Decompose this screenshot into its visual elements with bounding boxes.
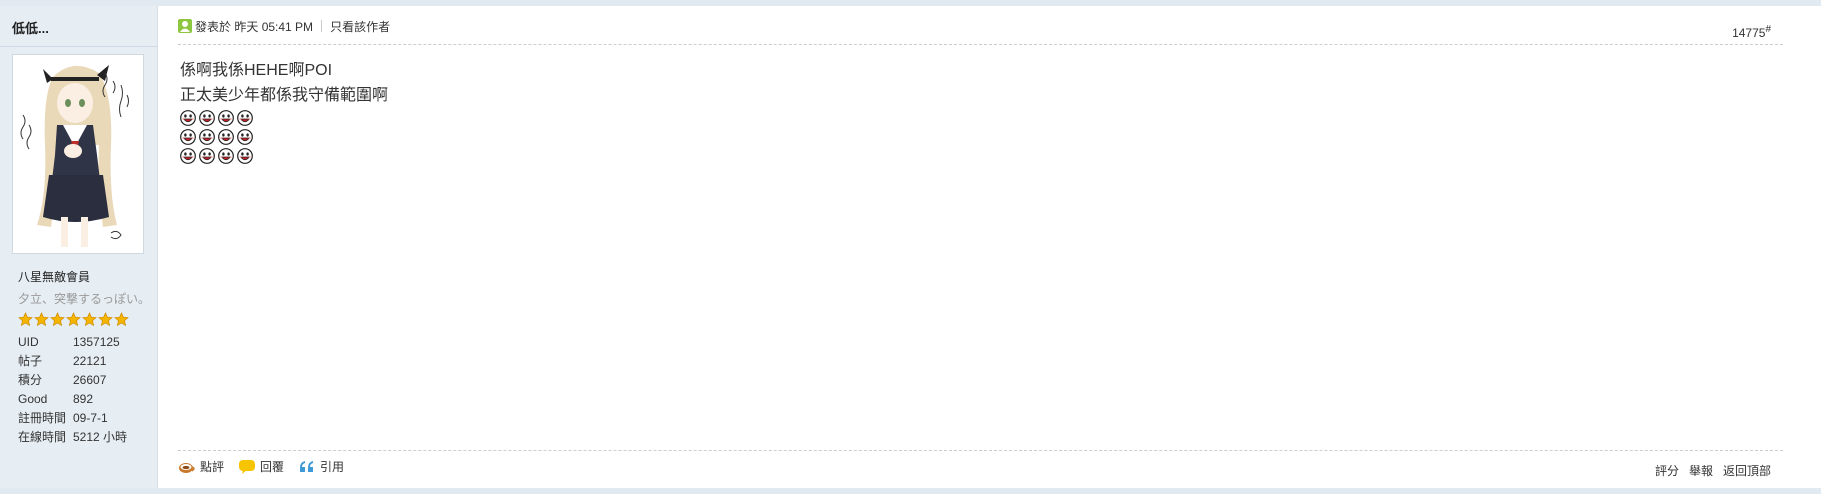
avatar[interactable] [12, 54, 144, 254]
smiley-face-icon [237, 128, 253, 145]
quote-label: 引用 [320, 460, 345, 474]
star-icon [18, 312, 33, 327]
reply-label: 回覆 [260, 460, 285, 474]
stat-uid: UID 1357125 [18, 333, 127, 352]
report-link[interactable]: 舉報 [1689, 462, 1713, 479]
user-group[interactable]: 八星無敵會員 [18, 268, 90, 285]
post-line: 正太美少年都係我守備範圍啊 [180, 87, 389, 104]
stat-credits: 積分 26607 [18, 371, 127, 390]
comment-button[interactable]: 點評 [178, 458, 224, 475]
stat-label: Good [18, 392, 48, 406]
star-icon [34, 312, 49, 327]
smiley-face-icon [218, 128, 234, 145]
user-sidebar: 低低... 八星無敵會員 夕立、突撃するっぽい。 UID 1357125 帖子 … [0, 6, 158, 488]
separator [321, 20, 323, 32]
emote-row [180, 146, 388, 165]
floor-number-value: 14775 [1732, 26, 1766, 40]
rate-link[interactable]: 評分 [1655, 462, 1679, 479]
star-icon [50, 312, 65, 327]
star-icon [98, 312, 113, 327]
user-stats: UID 1357125 帖子 22121 積分 26607 Good 892 註冊時間 0… [18, 333, 127, 447]
reply-bubble-icon [239, 459, 256, 474]
stat-label: UID [18, 335, 39, 349]
stat-label: 積分 [18, 373, 43, 387]
smiley-face-icon [218, 147, 234, 164]
user-online-icon [178, 19, 192, 33]
emote-block [180, 108, 388, 165]
posted-prefix: 發表於 [195, 19, 232, 34]
smiley-face-icon [199, 147, 215, 164]
rank-stars [18, 312, 130, 327]
stat-value: 09-7-1 [73, 411, 108, 425]
post-main: 發表於 昨天 05:41 PM 只看該作者 14775# 係啊我係HEHE啊PO… [178, 6, 1783, 488]
smiley-face-icon [237, 109, 253, 126]
comment-cup-icon [179, 462, 195, 473]
stat-online-time: 在線時間 5212 小時 [18, 428, 127, 447]
emote-row [180, 108, 388, 127]
floor-mark: # [1765, 24, 1771, 35]
only-author-link[interactable]: 只看該作者 [330, 18, 390, 35]
post-line: 係啊我係HEHE啊POI [180, 62, 333, 79]
avatar-image [13, 55, 143, 253]
stat-posts: 帖子 22121 [18, 352, 127, 371]
post-meta: 發表於 昨天 05:41 PM 只看該作者 [178, 18, 390, 34]
smiley-face-icon [218, 109, 234, 126]
smiley-face-icon [180, 128, 196, 145]
stat-label: 註冊時間 [18, 411, 67, 425]
divider [178, 44, 1783, 45]
smiley-face-icon [199, 109, 215, 126]
floor-number[interactable]: 14775# [1732, 24, 1771, 40]
user-custom-title: 夕立、突撃するっぽい。 [18, 292, 151, 306]
post-tools: 評分 舉報 返回頂部 [1645, 462, 1771, 479]
stat-value: 22121 [73, 354, 107, 368]
posted-time: 昨天 05:41 PM [234, 19, 314, 34]
divider [0, 46, 158, 47]
quote-icon [300, 460, 314, 472]
star-icon [114, 312, 129, 327]
smiley-face-icon [199, 128, 215, 145]
stat-good: Good 892 [18, 390, 127, 409]
smiley-face-icon [237, 147, 253, 164]
star-icon [66, 312, 81, 327]
smiley-face-icon [180, 109, 196, 126]
stat-label: 在線時間 [18, 430, 67, 444]
star-icon [82, 312, 97, 327]
stat-label: 帖子 [18, 354, 43, 368]
smiley-face-icon [180, 147, 196, 164]
stat-value: 1357125 [73, 335, 120, 349]
comment-label: 點評 [200, 460, 225, 474]
post-content: 係啊我係HEHE啊POI 正太美少年都係我守備範圍啊 [180, 58, 388, 165]
stat-value: 892 [73, 392, 94, 406]
emote-row [180, 127, 388, 146]
username-link[interactable]: 低低... [12, 18, 49, 37]
bottom-border [0, 488, 1821, 494]
reply-button[interactable]: 回覆 [238, 458, 284, 475]
stat-value: 26607 [73, 373, 107, 387]
stat-value: 5212 小時 [73, 430, 128, 444]
quote-button[interactable]: 引用 [298, 458, 344, 475]
back-to-top-link[interactable]: 返回頂部 [1723, 462, 1771, 479]
stat-regdate: 註冊時間 09-7-1 [18, 409, 127, 428]
divider [178, 450, 1783, 451]
post-actions: 點評 回覆 引用 [178, 458, 358, 475]
